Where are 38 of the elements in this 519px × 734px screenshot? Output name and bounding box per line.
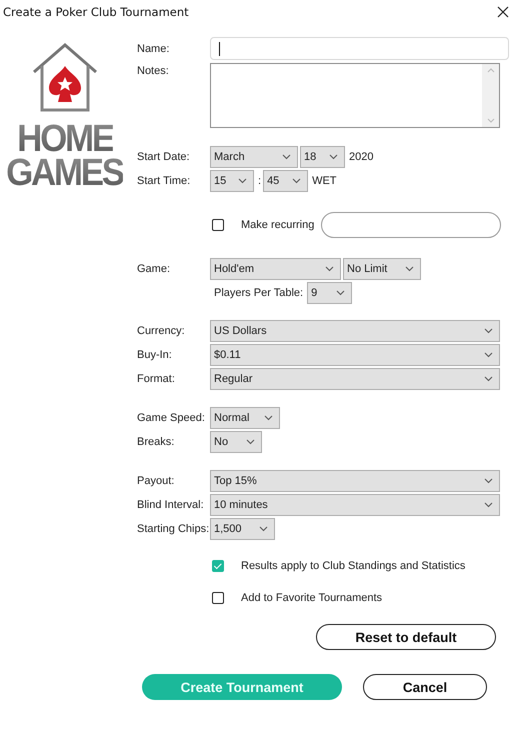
dropdown[interactable]: Regular [210, 368, 500, 390]
checkbox-label: Make recurring [241, 219, 314, 231]
field-label: Buy-In: [137, 349, 173, 361]
field-label: Starting Chips: [137, 523, 210, 535]
field-label: Game Speed: [137, 412, 206, 424]
field-label: Start Time: [137, 175, 192, 187]
field-label: Currency: [137, 325, 186, 337]
checkbox-label: Results apply to Club Standings and Statistics [241, 560, 466, 572]
dropdown[interactable]: Hold'em [210, 258, 341, 280]
dropdown[interactable]: 45 [263, 170, 308, 192]
dropdown[interactable]: 9 [307, 282, 352, 304]
cancel-button[interactable]: Cancel [363, 674, 487, 700]
dropdown[interactable]: US Dollars [210, 320, 500, 342]
field-label: Game: [137, 263, 172, 275]
field-label: Breaks: [137, 436, 176, 448]
field-label: Blind Interval: [137, 499, 205, 511]
dropdown[interactable]: 10 minutes [210, 494, 500, 516]
dropdown[interactable]: Top 15% [210, 470, 500, 492]
reset-button[interactable]: Reset to default [316, 624, 496, 650]
checkbox-label: Add to Favorite Tournaments [241, 592, 382, 604]
dropdown[interactable]: 1,500 [210, 518, 275, 540]
dropdown[interactable]: Normal [210, 407, 280, 429]
timezone-text: WET [312, 175, 337, 187]
dropdown[interactable]: 15 [210, 170, 254, 192]
field-label: Name: [137, 42, 170, 54]
dropdown[interactable]: No Limit [343, 258, 421, 280]
time-separator: : [258, 175, 262, 187]
year-text: 2020 [349, 151, 374, 163]
field-label: Format: [137, 373, 176, 385]
window-title: Create a Poker Club Tournament [3, 5, 189, 19]
dropdown[interactable]: March [210, 146, 298, 168]
dropdown[interactable]: $0.11 [210, 344, 500, 366]
field-label: Payout: [137, 475, 176, 487]
field-label: Start Date: [137, 151, 191, 163]
dropdown[interactable]: 18 [300, 146, 345, 168]
field-label: Notes: [137, 64, 170, 77]
dropdown[interactable]: No [210, 431, 262, 453]
field-label: Players Per Table: [214, 287, 304, 299]
